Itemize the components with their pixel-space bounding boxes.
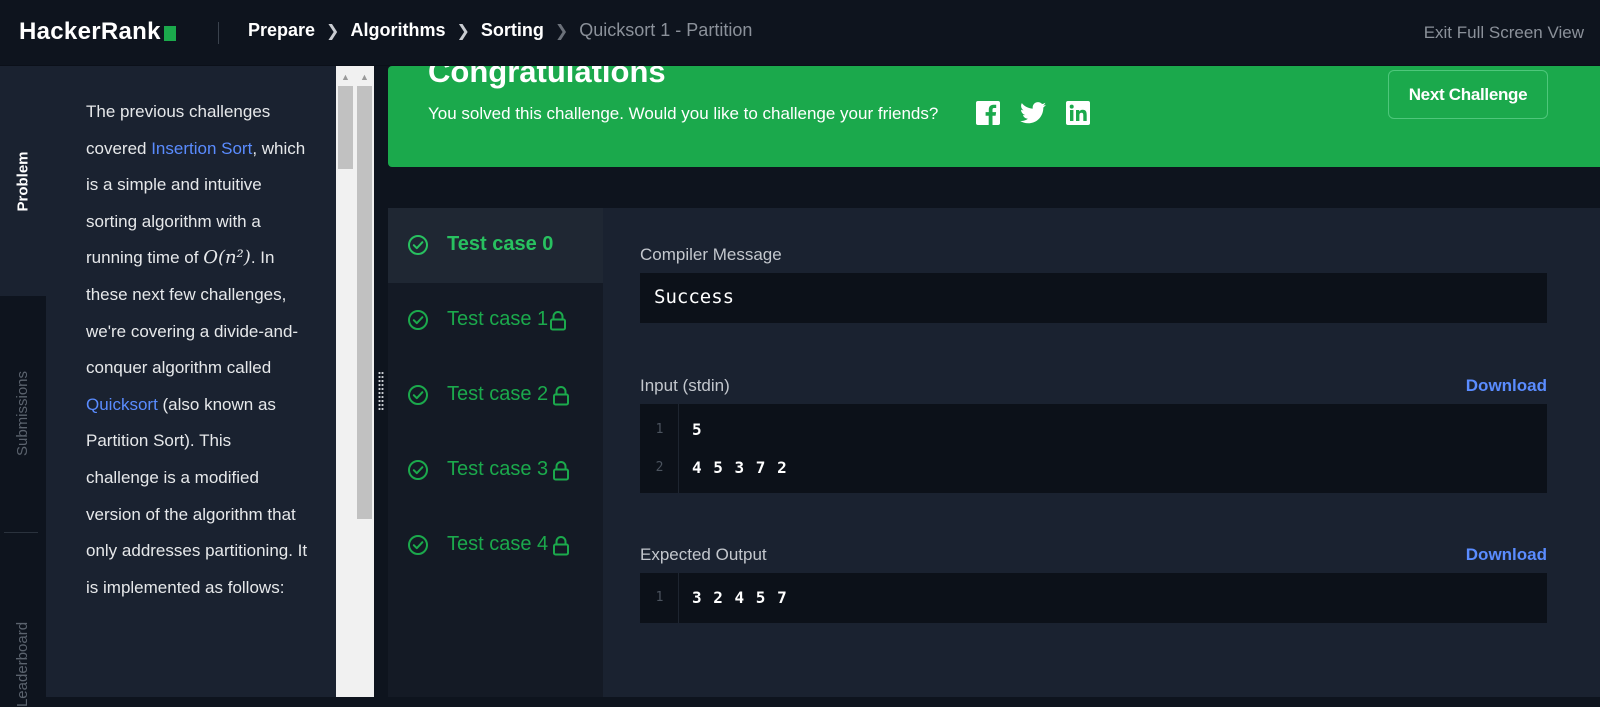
test-results-panel: Test case 0 Test case 1 Test case 2 Test… [388,208,1600,697]
test-case-label: Test case 0 [447,233,554,255]
exit-full-screen-link[interactable]: Exit Full Screen View [1424,23,1584,43]
expected-download-link[interactable]: Download [1466,545,1547,565]
check-circle-icon [408,460,428,480]
input-code-box: 1 5 2 4 5 3 7 2 [640,404,1547,493]
scrollbar-thumb-outer[interactable] [357,86,372,519]
scrollbar-thumb-inner[interactable] [338,86,353,169]
logo-square-icon [163,25,176,41]
scrollbar-track-outer[interactable]: ▲ [355,66,374,697]
lock-icon [553,536,569,556]
tab-problem[interactable]: Problem [0,66,46,296]
problem-statement: The previous challenges covered Insertio… [86,94,308,606]
test-case-label: Test case 4 [447,533,549,555]
chevron-right-icon: ❯ [456,22,470,40]
tab-leaderboard[interactable]: Leaderboard [0,531,46,706]
breadcrumb-current-challenge: Quicksort 1 - Partition [579,20,753,40]
side-tabs: Problem Submissions Leaderboard [0,66,46,707]
quicksort-link[interactable]: Quicksort [86,395,158,414]
banner-message: You solved this challenge. Would you lik… [428,104,939,123]
check-circle-icon [408,535,428,555]
results-area: Congratulations You solved this challeng… [388,66,1600,697]
chevron-right-icon: ❯ [326,22,340,40]
expected-output-label: Expected Output [640,545,767,564]
line-number: 1 [655,422,664,437]
lock-icon [553,386,569,406]
hackerrank-logo[interactable]: HackerRank [19,18,176,46]
success-banner: Congratulations You solved this challeng… [388,66,1600,167]
test-case-tab[interactable]: Test case 1 [388,283,603,358]
compiler-message-text: Success [654,286,735,308]
breadcrumb-algorithms[interactable]: Algorithms [350,20,445,41]
test-case-detail: Compiler Message Success Input (stdin) D… [603,208,1600,697]
panel-resize-handle[interactable] [374,66,388,697]
check-circle-icon [408,235,428,255]
breadcrumb-sorting[interactable]: Sorting [481,20,544,41]
test-case-tab[interactable]: Test case 2 [388,358,603,433]
scrollbar-track-inner[interactable]: ▲ [336,66,355,697]
tab-submissions-label: Submissions [14,370,32,457]
test-case-tab[interactable]: Test case 3 [388,433,603,508]
lock-icon [553,461,569,481]
header-divider [218,22,219,44]
expected-output-box: 1 3 2 4 5 7 [640,573,1547,623]
chevron-right-icon: ❯ [554,22,569,40]
logo-text: HackerRank [19,18,161,45]
input-download-link[interactable]: Download [1466,376,1547,396]
problem-panel: The previous challenges covered Insertio… [46,66,336,697]
test-case-label: Test case 3 [447,458,549,480]
tab-submissions[interactable]: Submissions [0,296,46,531]
twitter-icon[interactable] [1020,100,1046,126]
banner-title: Congratulations [428,66,666,89]
problem-text-3: . In these next few challenges, we're co… [86,248,299,378]
compiler-message-label: Compiler Message [640,245,782,264]
problem-text-4: (also known as Partition Sort). This cha… [86,394,308,597]
test-case-label: Test case 2 [447,383,549,405]
line-number-gutter [640,404,679,493]
check-circle-icon [408,310,428,330]
facebook-icon[interactable] [975,100,1001,126]
insertion-sort-link[interactable]: Insertion Sort [151,139,252,158]
drag-grip-icon [378,371,384,411]
compiler-message-box: Success [640,273,1547,323]
breadcrumb: Prepare ❯ Algorithms ❯ Sorting ❯ Quickso… [248,20,752,41]
big-o-formula: O(n²) [203,247,251,269]
input-label: Input (stdin) [640,376,730,395]
line-number: 2 [655,460,664,475]
test-case-label: Test case 1 [447,308,549,330]
lock-icon [550,311,566,331]
test-case-tab[interactable]: Test case 0 [388,208,603,283]
breadcrumb-prepare[interactable]: Prepare [248,20,315,41]
scroll-up-arrow-icon[interactable]: ▲ [336,72,355,82]
scroll-up-arrow-icon[interactable]: ▲ [355,72,374,82]
tab-leaderboard-label: Leaderboard [14,621,32,707]
expected-output-line: 3 2 4 5 7 [692,588,788,607]
input-line: 4 5 3 7 2 [692,458,788,477]
line-number: 1 [655,590,664,605]
problem-scrollbar[interactable]: ▲ ▲ [336,66,374,697]
linkedin-icon[interactable] [1065,100,1091,126]
tab-problem-label: Problem [14,150,32,212]
next-challenge-button[interactable]: Next Challenge [1388,70,1548,119]
test-case-tab[interactable]: Test case 4 [388,508,603,583]
input-line: 5 [692,420,703,439]
test-case-list: Test case 0 Test case 1 Test case 2 Test… [388,208,603,697]
check-circle-icon [408,385,428,405]
top-nav-bar: HackerRank Prepare ❯ Algorithms ❯ Sortin… [0,0,1600,66]
